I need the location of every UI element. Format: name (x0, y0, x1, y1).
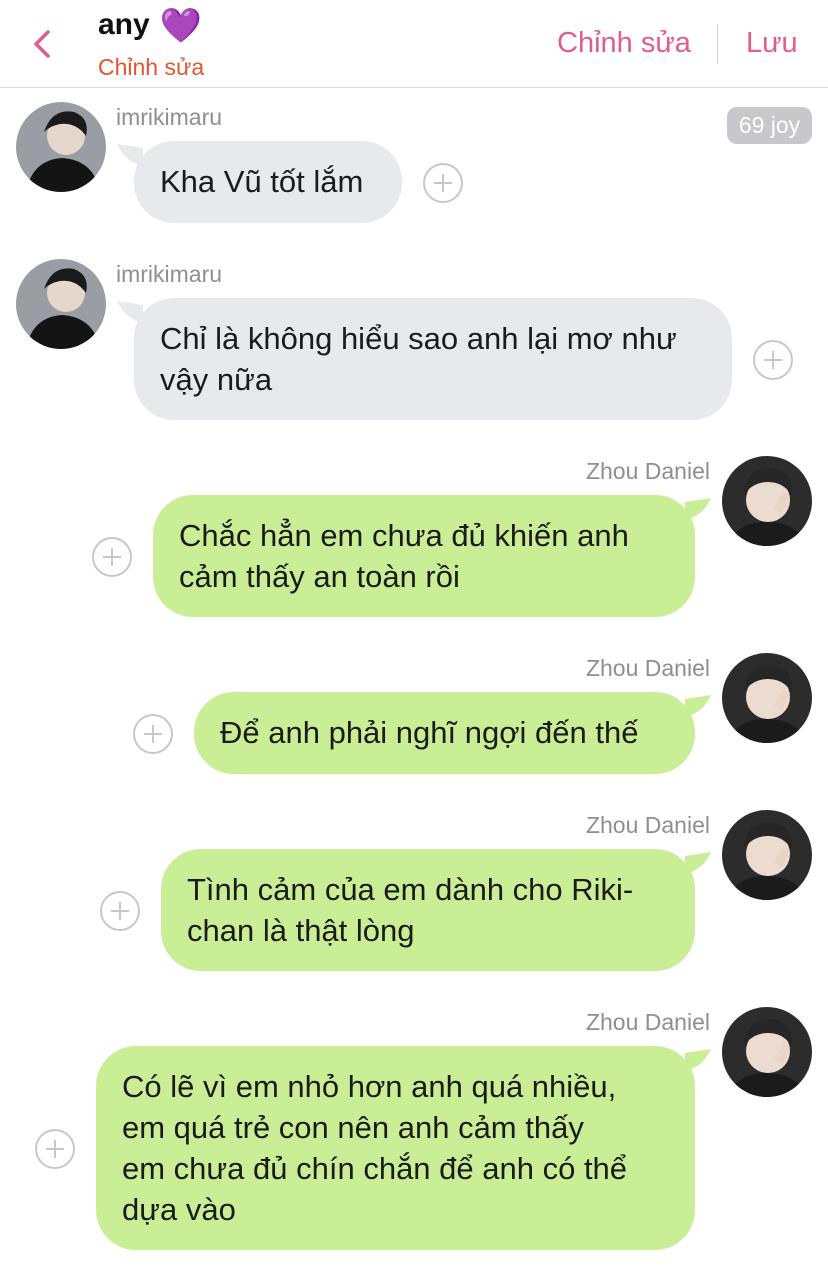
message-line: Để anh phải nghĩ ngợi đến thế (220, 715, 639, 750)
save-button[interactable]: Lưu (746, 27, 798, 60)
header-divider (717, 24, 718, 64)
chat-title-text: any (98, 7, 150, 41)
add-reaction-icon[interactable] (133, 714, 173, 754)
avatar-zhou-daniel[interactable] (722, 1007, 812, 1097)
add-reaction-icon[interactable] (92, 537, 132, 577)
message-line: em quá trẻ con nên anh cảm thấy (122, 1110, 584, 1145)
message-bubble[interactable]: Chỉ là không hiểu sao anh lại mơ như vậy… (134, 298, 732, 420)
chat-title: any 💜 (98, 6, 202, 46)
avatar-zhou-daniel[interactable] (722, 810, 812, 900)
message-line: em chưa đủ chín chắn để anh có thể (122, 1151, 628, 1186)
add-reaction-icon[interactable] (35, 1129, 75, 1169)
add-reaction-icon[interactable] (100, 891, 140, 931)
message-line: Có lẽ vì em nhỏ hơn anh quá nhiều, (122, 1069, 617, 1104)
add-reaction-icon[interactable] (423, 163, 463, 203)
purple-heart-icon: 💜 (159, 7, 203, 45)
message-bubble[interactable]: Chắc hẳn em chưa đủ khiến anh cảm thấy a… (153, 495, 695, 617)
edit-button[interactable]: Chỉnh sửa (557, 27, 691, 60)
message-bubble[interactable]: Để anh phải nghĩ ngợi đến thế (194, 692, 695, 774)
message-line: Tình cảm của em dành cho Riki- (187, 872, 634, 907)
message-line: dựa vào (122, 1192, 236, 1227)
back-chevron-icon[interactable] (28, 24, 60, 64)
message-bubble[interactable]: Kha Vũ tốt lắm (134, 141, 402, 223)
message-line: vậy nữa (160, 362, 273, 397)
sender-name: Zhou Daniel (585, 458, 710, 484)
sender-name: Zhou Daniel (585, 1009, 710, 1035)
joy-count-badge: 69 joy (727, 107, 812, 144)
message-line: cảm thấy an toàn rồi (179, 559, 460, 594)
message-bubble[interactable]: Tình cảm của em dành cho Riki- chan là t… (161, 849, 695, 971)
message-line: Chỉ là không hiểu sao anh lại mơ như (160, 321, 677, 356)
sender-name: imrikimaru (116, 261, 223, 287)
sender-name: Zhou Daniel (585, 812, 710, 838)
message-bubble[interactable]: Có lẽ vì em nhỏ hơn anh quá nhiều, em qu… (96, 1046, 695, 1250)
add-reaction-icon[interactable] (753, 340, 793, 380)
message-line: Kha Vũ tốt lắm (160, 164, 364, 199)
avatar-zhou-daniel[interactable] (722, 653, 812, 743)
chat-subtitle[interactable]: Chỉnh sửa (98, 54, 204, 81)
chat-header: any 💜 Chỉnh sửa Chỉnh sửa Lưu (0, 0, 828, 88)
sender-name: Zhou Daniel (585, 655, 710, 681)
avatar-imrikimaru[interactable] (16, 259, 106, 349)
avatar-zhou-daniel[interactable] (722, 456, 812, 546)
avatar-imrikimaru[interactable] (16, 102, 106, 192)
message-line: chan là thật lòng (187, 913, 415, 948)
sender-name: imrikimaru (116, 104, 223, 130)
message-line: Chắc hẳn em chưa đủ khiến anh (179, 518, 629, 553)
